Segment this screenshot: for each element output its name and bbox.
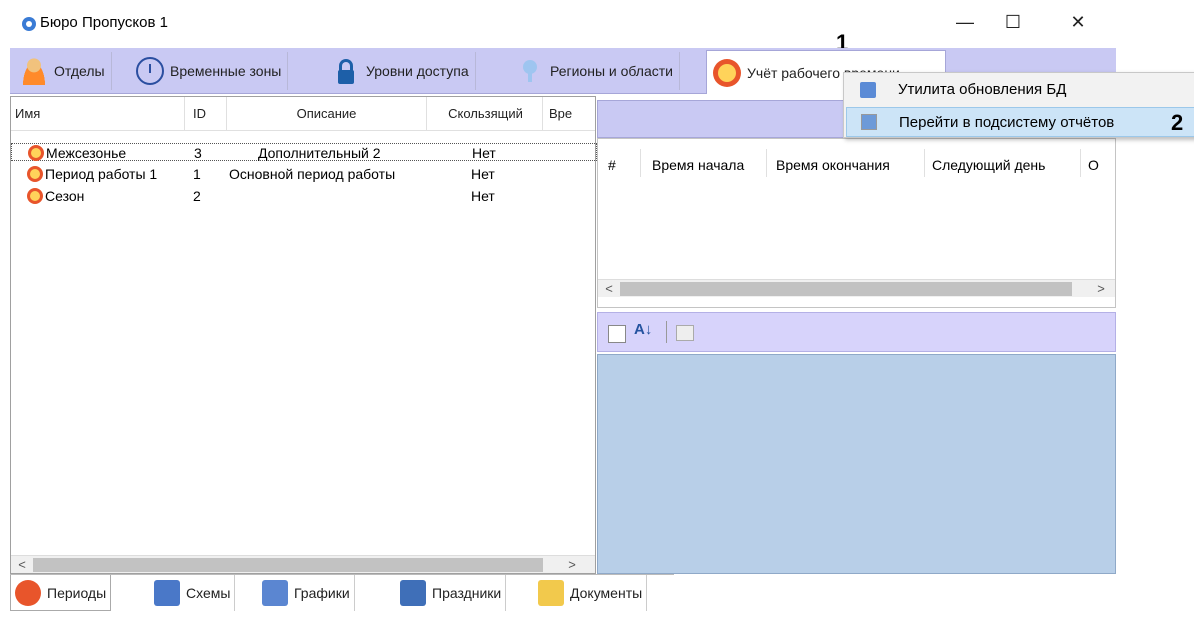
tab-label: Периоды: [47, 584, 107, 601]
scroll-right-arrow[interactable]: >: [1092, 280, 1110, 298]
db-update-icon: [860, 82, 876, 98]
row-name: Период работы 1: [45, 166, 158, 182]
menu-item-label: Перейти в подсистему отчётов: [899, 114, 1115, 131]
tab-departments[interactable]: Отделы: [14, 52, 112, 90]
tab-label: Временные зоны: [170, 63, 282, 79]
tab-access-levels[interactable]: Уровни доступа: [326, 52, 476, 90]
scroll-right-arrow[interactable]: >: [563, 556, 581, 574]
sort-az-icon[interactable]: A↓: [634, 321, 652, 338]
tab-label: Праздники: [432, 585, 502, 601]
time-icon: [713, 58, 741, 87]
column-header-time[interactable]: Вре: [545, 97, 595, 131]
horizontal-scrollbar[interactable]: < >: [598, 279, 1115, 297]
scrollbar-thumb[interactable]: [620, 282, 1072, 296]
column-header-next-day[interactable]: Следующий день: [932, 157, 1045, 173]
period-icon: [27, 188, 43, 204]
reports-icon: [861, 114, 877, 130]
column-header-sliding[interactable]: Скользящий: [429, 97, 543, 131]
column-header-more[interactable]: О: [1088, 157, 1099, 173]
context-menu: Утилита обновления БД Перейти в подсисте…: [843, 72, 1194, 138]
row-sliding: Нет: [471, 188, 495, 204]
toolbar-separator: [666, 321, 667, 343]
row-id: 1: [193, 166, 201, 182]
property-toolbar: A↓: [597, 312, 1116, 352]
minimize-button[interactable]: —: [945, 10, 985, 34]
tab-documents[interactable]: Документы: [534, 575, 648, 611]
scroll-left-arrow[interactable]: <: [600, 280, 618, 298]
intervals-table: # Время начала Время окончания Следующий…: [597, 138, 1116, 308]
column-divider: [1080, 149, 1081, 177]
categorized-view-icon[interactable]: [608, 325, 626, 343]
tab-label: Графики: [294, 585, 350, 601]
tab-time-zones[interactable]: Временные зоны: [130, 52, 289, 90]
row-id: 2: [193, 188, 201, 204]
row-name: Сезон: [45, 188, 85, 204]
row-sliding: Нет: [472, 145, 496, 161]
row-id: 3: [194, 145, 202, 161]
schemes-icon: [154, 580, 180, 606]
property-grid: [597, 354, 1116, 574]
menu-item-label: Утилита обновления БД: [898, 81, 1067, 98]
property-pages-icon[interactable]: [676, 325, 694, 341]
row-description: Основной период работы: [229, 166, 396, 182]
tab-periods[interactable]: Периоды: [10, 575, 112, 611]
table-row[interactable]: Сезон 2 Нет: [11, 187, 597, 205]
period-icon: [28, 145, 44, 161]
menu-item-db-update[interactable]: Утилита обновления БД: [846, 75, 1194, 105]
tab-regions[interactable]: Регионы и области: [510, 52, 680, 90]
lock-icon: [332, 57, 360, 85]
column-divider: [924, 149, 925, 177]
tab-label: Схемы: [186, 585, 231, 601]
tab-holidays[interactable]: Праздники: [396, 575, 507, 611]
horizontal-scrollbar[interactable]: < >: [11, 555, 595, 573]
column-divider: [640, 149, 641, 177]
documents-icon: [538, 580, 564, 606]
column-header-name[interactable]: Имя: [15, 97, 185, 131]
periods-table: Имя ID Описание Скользящий Вре Межсезонь…: [10, 96, 597, 574]
bottom-tab-bar: Периоды Схемы Графики Праздники Документ…: [10, 574, 674, 611]
window-title: Бюро Пропусков 1: [40, 14, 168, 31]
right-panel: # Время начала Время окончания Следующий…: [597, 96, 1116, 574]
row-name: Межсезонье: [46, 145, 127, 161]
clock-icon: [136, 57, 164, 85]
tab-graphs[interactable]: Графики: [258, 575, 355, 611]
column-divider: [766, 149, 767, 177]
scroll-left-arrow[interactable]: <: [13, 556, 31, 574]
holidays-icon: [400, 580, 426, 606]
table-row[interactable]: Период работы 1 1 Основной период работы…: [11, 165, 597, 183]
pin-icon: [516, 57, 544, 85]
tab-label: Отделы: [54, 63, 105, 79]
row-description: Дополнительный 2: [258, 145, 381, 161]
row-sliding: Нет: [471, 166, 495, 182]
column-header-id[interactable]: ID: [187, 97, 227, 131]
periods-icon: [15, 579, 41, 606]
menu-item-reports[interactable]: Перейти в подсистему отчётов 2: [846, 107, 1194, 137]
column-header-description[interactable]: Описание: [227, 97, 427, 131]
column-header-end[interactable]: Время окончания: [776, 157, 890, 173]
tab-label: Регионы и области: [550, 63, 673, 79]
table-header: Имя ID Описание Скользящий Вре: [11, 97, 595, 131]
maximize-button[interactable]: ☐: [993, 10, 1033, 34]
title-bar: Бюро Пропусков 1 — ☐ ✕ 1: [10, 0, 1116, 55]
close-button[interactable]: ✕: [1058, 10, 1098, 34]
app-icon: [22, 17, 36, 31]
tab-label: Документы: [570, 585, 643, 601]
callout-number-2: 2: [1171, 110, 1184, 135]
tab-label: Уровни доступа: [366, 63, 469, 79]
column-header-number[interactable]: #: [608, 157, 616, 173]
person-icon: [20, 57, 48, 85]
period-icon: [27, 166, 43, 182]
graphs-icon: [262, 580, 288, 606]
tab-schemes[interactable]: Схемы: [150, 575, 236, 611]
scrollbar-thumb[interactable]: [33, 558, 543, 572]
table-row[interactable]: Межсезонье 3 Дополнительный 2 Нет: [11, 143, 597, 161]
column-header-start[interactable]: Время начала: [652, 157, 744, 173]
